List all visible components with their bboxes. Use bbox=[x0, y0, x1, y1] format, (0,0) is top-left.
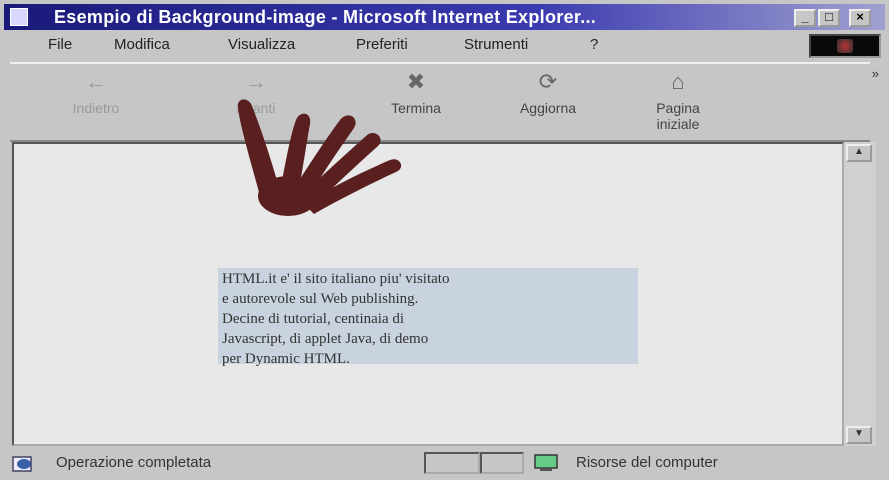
content-line: per Dynamic HTML. bbox=[222, 351, 350, 367]
minimize-button[interactable]: _ bbox=[794, 9, 816, 27]
refresh-label: Aggiorna bbox=[519, 100, 577, 116]
back-label: Indietro bbox=[72, 100, 120, 116]
menu-visualizza[interactable]: Visualizza bbox=[228, 36, 295, 53]
forward-arrow-icon: → bbox=[245, 69, 267, 94]
home-button[interactable]: ⌂ Pagina iniziale bbox=[628, 68, 728, 132]
standard-toolbar: ← Indietro → Avanti ✖ Termina ⟳ Aggiorna… bbox=[10, 62, 870, 142]
refresh-button[interactable]: ⟳ Aggiorna bbox=[498, 68, 598, 116]
content-line: Decine di tutorial, centinaia di bbox=[222, 311, 405, 327]
scroll-down-arrow-icon[interactable]: ▼ bbox=[846, 426, 872, 444]
maximize-button[interactable]: □ bbox=[818, 9, 840, 27]
page-done-icon bbox=[12, 456, 32, 472]
page-content-area: HTML.it e' il sito italiano piu' visitat… bbox=[12, 142, 844, 446]
toolbar-more-chevron[interactable]: » bbox=[872, 66, 879, 81]
content-line: HTML.it e' il sito italiano piu' visitat… bbox=[222, 271, 450, 287]
menu-bar: File Modifica Visualizza Preferiti Strum… bbox=[4, 32, 885, 58]
back-arrow-icon: ← bbox=[85, 69, 107, 94]
status-message: Operazione completata bbox=[56, 454, 212, 471]
title-bar[interactable]: Esempio di Background-image - Microsoft … bbox=[4, 4, 885, 30]
home-icon: ⌂ bbox=[671, 69, 685, 94]
home-label-line1: Pagina bbox=[656, 100, 700, 116]
status-bar: Operazione completata Risorse del comput… bbox=[4, 450, 885, 478]
status-panel bbox=[424, 452, 480, 474]
ie-throbber-logo bbox=[809, 34, 881, 58]
security-zone-label: Risorse del computer bbox=[576, 454, 718, 471]
menu-strumenti[interactable]: Strumenti bbox=[464, 36, 528, 53]
home-label-line2: iniziale bbox=[656, 116, 700, 132]
browser-window: Esempio di Background-image - Microsoft … bbox=[0, 0, 889, 480]
scroll-up-arrow-icon[interactable]: ▲ bbox=[846, 144, 872, 162]
status-panel bbox=[480, 452, 524, 474]
hand-icon bbox=[237, 99, 402, 216]
content-line: e autorevole sul Web publishing. bbox=[222, 291, 419, 307]
menu-file[interactable]: File bbox=[48, 36, 72, 53]
content-line: Javascript, di applet Java, di demo bbox=[222, 331, 429, 347]
ie-page-icon bbox=[10, 8, 28, 26]
computer-icon bbox=[534, 454, 558, 471]
back-button[interactable]: ← Indietro bbox=[46, 68, 146, 116]
refresh-icon: ⟳ bbox=[538, 69, 558, 94]
close-button[interactable]: × bbox=[849, 9, 871, 27]
stop-icon: ✖ bbox=[406, 69, 426, 94]
menu-modifica[interactable]: Modifica bbox=[114, 36, 170, 53]
vertical-scrollbar[interactable]: ▲ ▼ bbox=[844, 142, 876, 446]
menu-preferiti[interactable]: Preferiti bbox=[356, 36, 408, 53]
menu-help[interactable]: ? bbox=[590, 36, 598, 53]
window-title: Esempio di Background-image - Microsoft … bbox=[54, 7, 597, 27]
text-block: HTML.it e' il sito italiano piu' visitat… bbox=[218, 268, 638, 367]
